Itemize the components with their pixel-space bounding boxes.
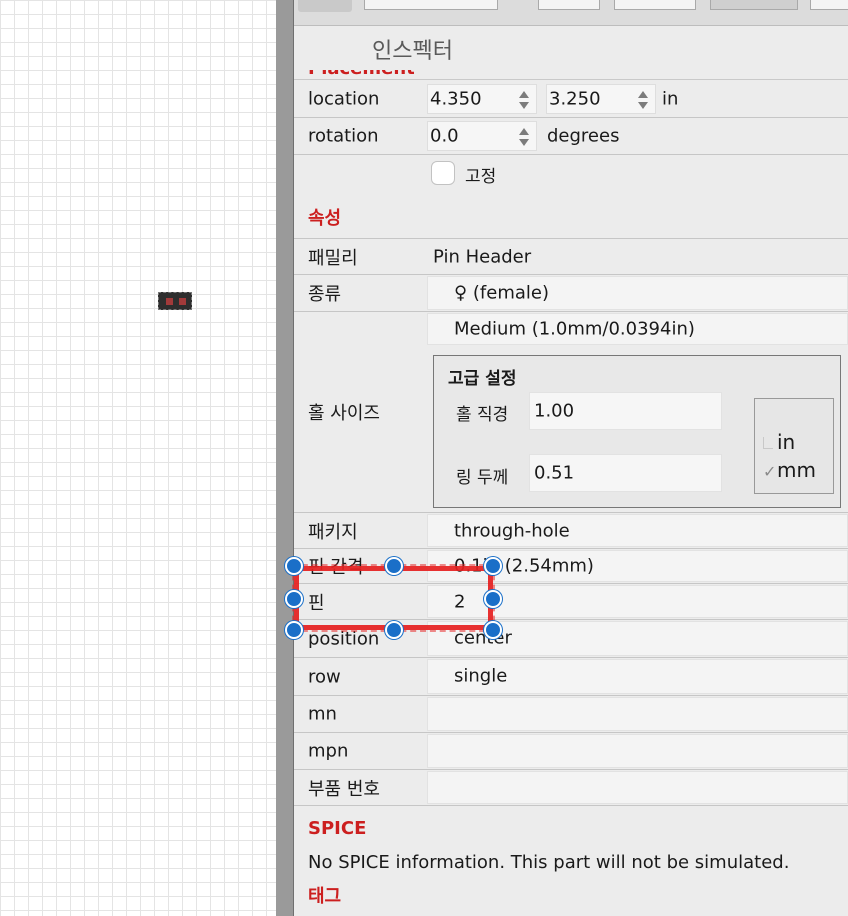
rotation-row: rotation 0.0 degrees (294, 118, 848, 155)
pin-header-part[interactable] (158, 292, 192, 310)
pin-2-icon (179, 298, 186, 305)
mpn-input[interactable] (427, 734, 848, 768)
resize-handle-bottom-left[interactable] (285, 621, 303, 639)
placement-section-label: Placement (308, 70, 414, 79)
spinner-arrows-icon[interactable] (635, 88, 651, 112)
spice-info-text: No SPICE information. This part will not… (308, 852, 790, 873)
location-y-input[interactable]: 3.250 (546, 84, 656, 114)
toolbar-button-2[interactable] (538, 0, 600, 10)
properties-section-label: 속성 (308, 208, 342, 229)
checkmark-icon: ✓ (763, 462, 777, 481)
resize-handle-bottom-right[interactable] (484, 621, 502, 639)
hole-size-select[interactable]: Medium (1.0mm/0.0394in) (427, 313, 848, 345)
part-number-row: 부품 번호 (294, 770, 848, 806)
toolbar-button-4[interactable] (710, 0, 798, 10)
advanced-settings-title: 고급 설정 (448, 369, 517, 389)
pin-1-icon (166, 298, 173, 305)
unit-option-mm[interactable]: ✓mm (763, 458, 816, 482)
family-label: 패밀리 (308, 247, 358, 269)
breadboard-canvas[interactable] (0, 0, 276, 916)
ring-thickness-input[interactable]: 0.51 (529, 454, 722, 492)
advanced-settings-group: 고급 설정 홀 직경 1.00 링 두께 0.51 in ✓mm (433, 355, 841, 508)
resize-handle-right[interactable] (484, 590, 502, 608)
resize-handle-top-right[interactable] (484, 557, 502, 575)
resize-handle-top[interactable] (385, 557, 403, 575)
mpn-row: mpn (294, 733, 848, 770)
package-label: 패키지 (308, 521, 358, 543)
location-x-input[interactable]: 4.350 (427, 84, 537, 114)
spice-section-label: SPICE (308, 818, 367, 839)
unit-option-in[interactable]: in (763, 430, 795, 454)
resize-handle-top-left[interactable] (285, 557, 303, 575)
mn-label: mn (308, 703, 337, 725)
spinner-arrows-icon[interactable] (516, 125, 532, 149)
ring-thickness-label: 링 두께 (456, 468, 509, 488)
mpn-label: mpn (308, 740, 349, 762)
rotation-input[interactable]: 0.0 (427, 121, 537, 151)
spinner-arrows-icon[interactable] (516, 88, 532, 112)
location-unit: in (662, 88, 679, 110)
inspector-header: 인스펙터 Placement (294, 26, 848, 80)
toolbar (294, 0, 848, 26)
form-label: 종류 (308, 284, 342, 305)
part-number-label: 부품 번호 (308, 778, 380, 800)
resize-handle-bottom[interactable] (385, 621, 403, 639)
inspector-title: 인스펙터 (372, 39, 453, 64)
mn-input[interactable] (427, 697, 848, 731)
location-row: location 4.350 3.250 in (294, 81, 848, 118)
package-select[interactable]: through-hole (427, 514, 848, 547)
tags-section-label: 태그 (308, 886, 342, 907)
hole-size-label: 홀 사이즈 (308, 403, 380, 424)
rotation-label: rotation (308, 125, 379, 147)
locked-checkbox[interactable] (431, 161, 455, 185)
package-row: 패키지 through-hole (294, 513, 848, 549)
row-select[interactable]: single (427, 659, 848, 694)
resize-handle-left[interactable] (285, 590, 303, 608)
form-select[interactable]: ♀ (female) (427, 276, 848, 310)
hole-diameter-input[interactable]: 1.00 (529, 392, 722, 430)
toolbar-button-3[interactable] (614, 0, 696, 10)
part-number-input[interactable] (427, 771, 848, 804)
panel-splitter[interactable] (276, 0, 294, 916)
rotation-unit: degrees (547, 125, 620, 147)
toolbar-button-5[interactable] (810, 0, 848, 10)
row-label: row (308, 666, 341, 687)
hole-diameter-label: 홀 직경 (456, 405, 509, 425)
toolbar-handle-icon[interactable] (298, 0, 352, 12)
row-row: row single (294, 658, 848, 696)
form-row: 종류 ♀ (female) (294, 275, 848, 312)
unchecked-icon (763, 437, 773, 449)
family-value: Pin Header (433, 246, 532, 267)
unit-selector: in ✓mm (754, 398, 834, 494)
location-label: location (308, 88, 380, 110)
locked-label: 고정 (465, 167, 497, 187)
family-row: 패밀리 Pin Header (294, 238, 848, 275)
toolbar-button-1[interactable] (364, 0, 498, 10)
mn-row: mn (294, 696, 848, 733)
inspector-panel: 인스펙터 Placement location 4.350 3.250 in r… (294, 0, 848, 916)
